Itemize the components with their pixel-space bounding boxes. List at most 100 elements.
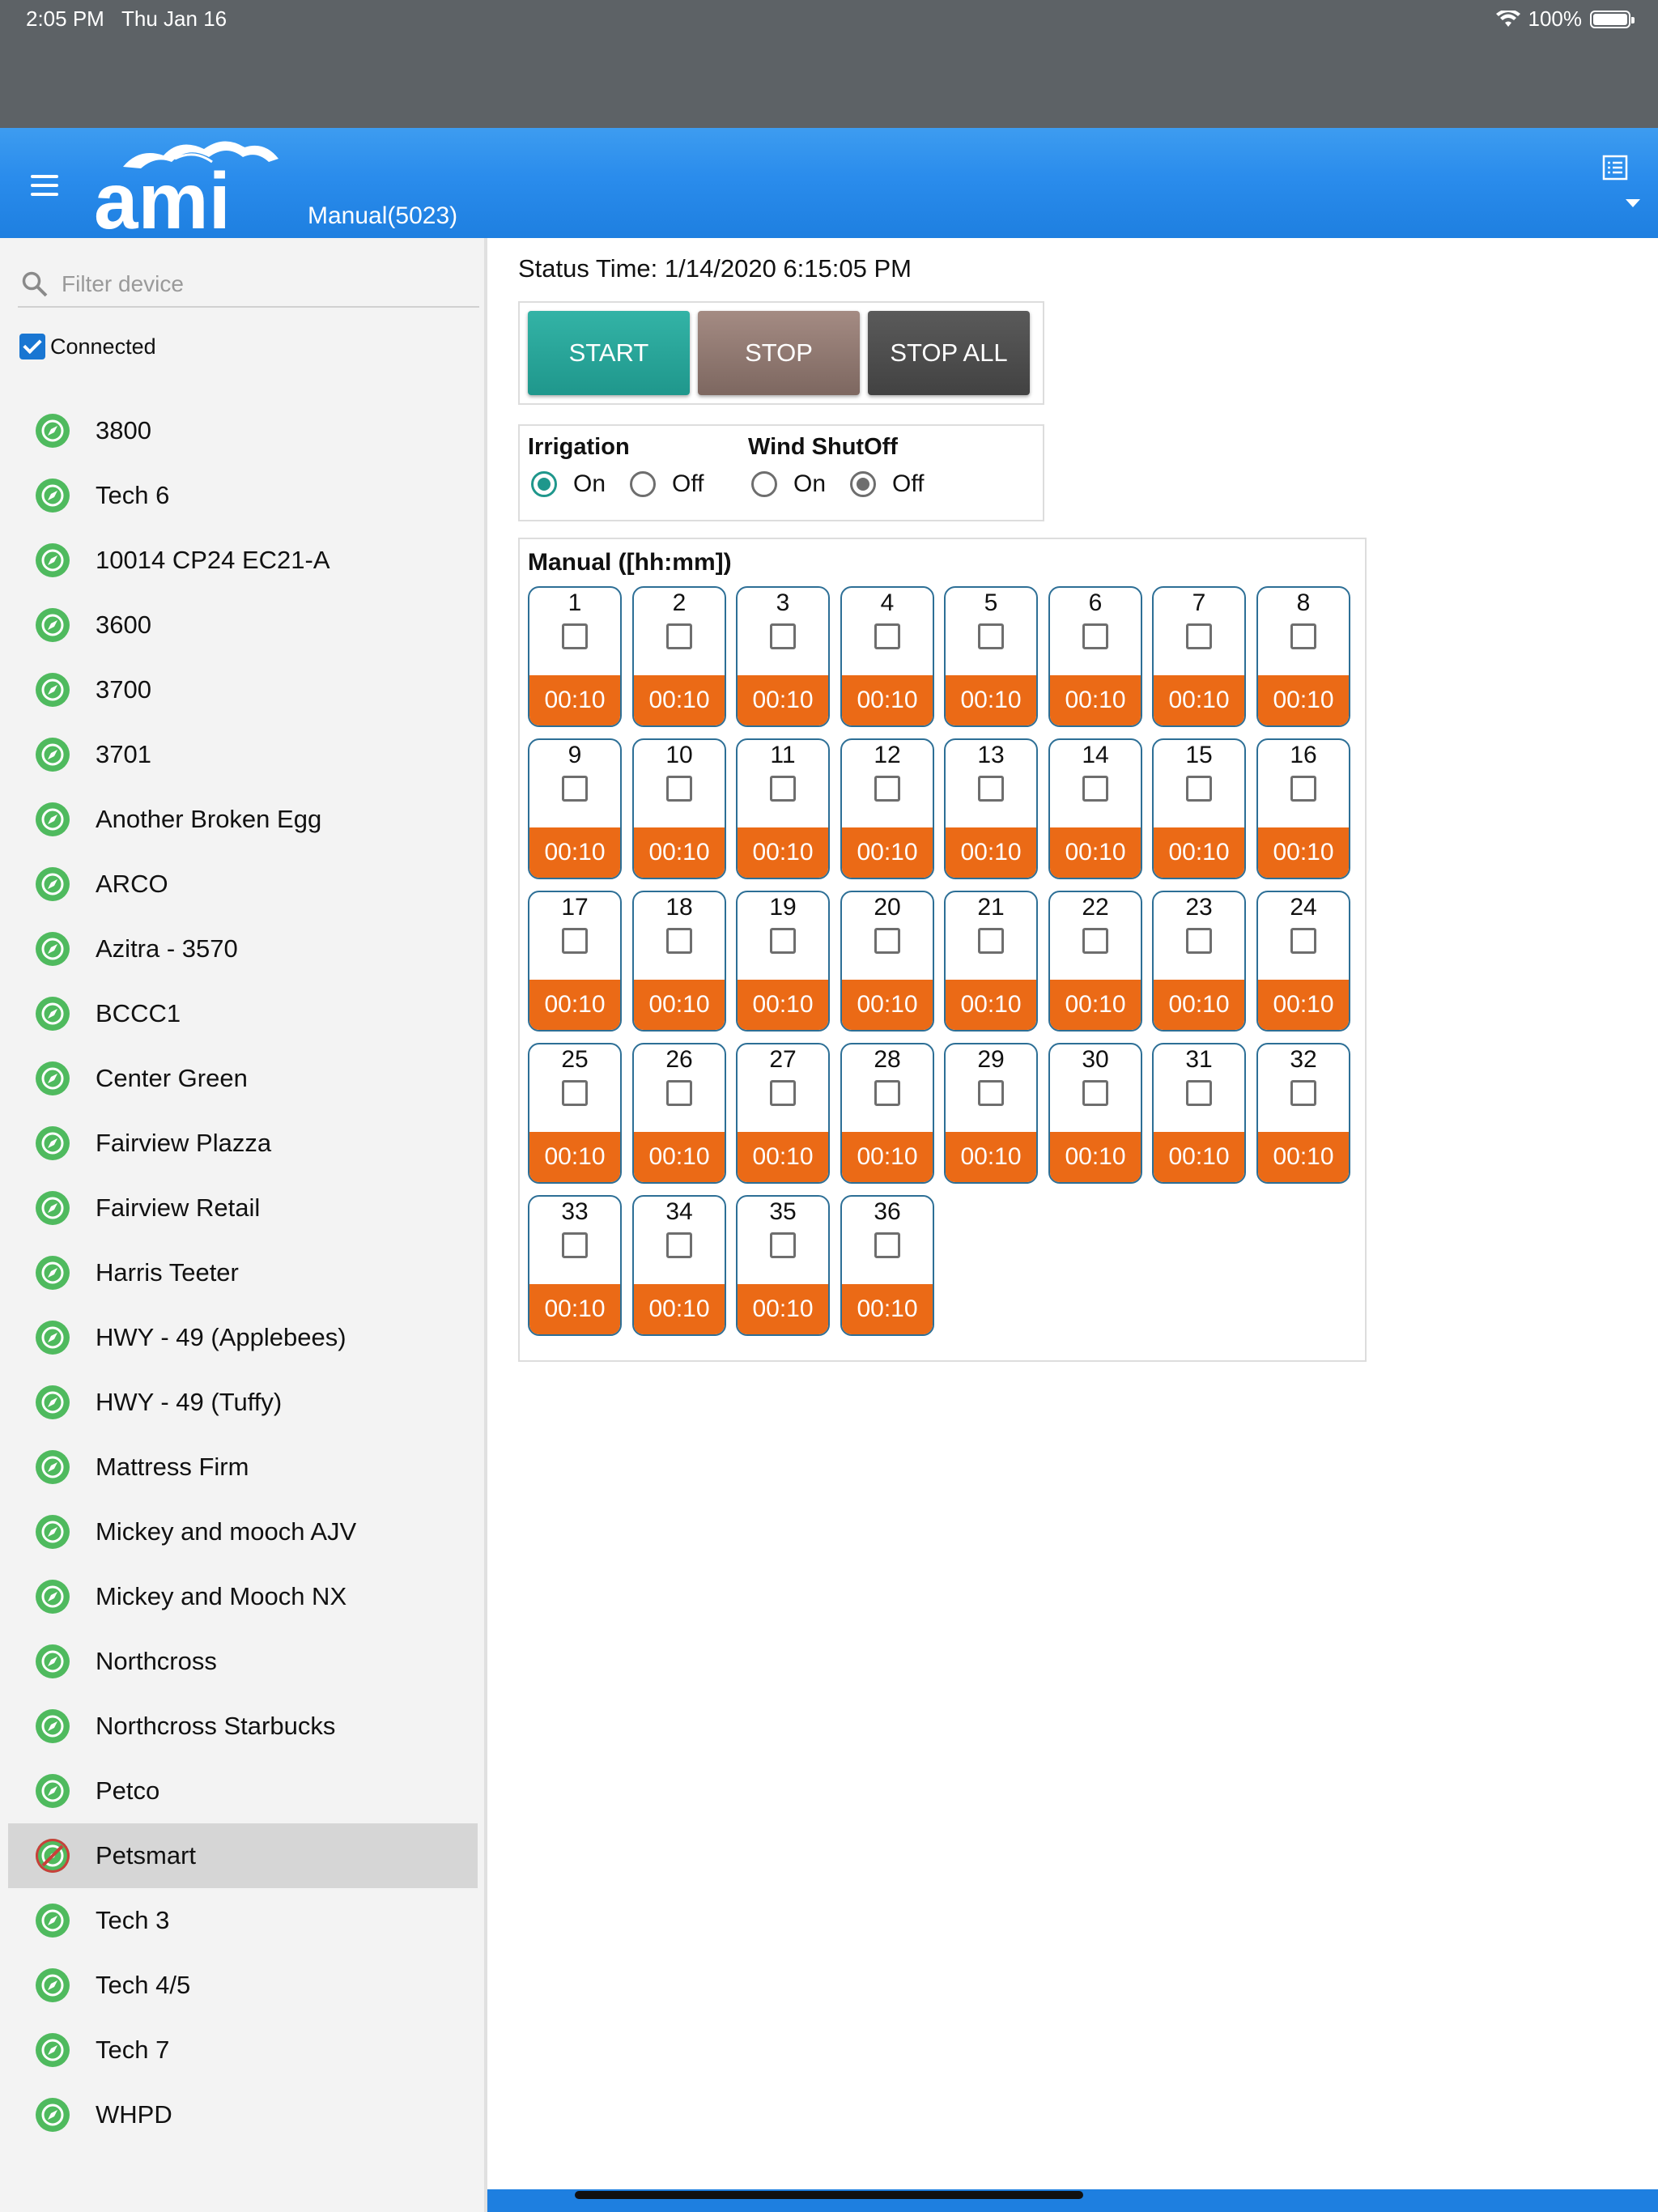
wind-shutoff-off-radio[interactable]: [850, 471, 877, 497]
start-button[interactable]: START: [528, 311, 690, 395]
zone-duration[interactable]: 00:10: [1050, 1132, 1141, 1182]
zone-duration[interactable]: 00:10: [842, 827, 933, 878]
stop-all-button[interactable]: STOP ALL: [868, 311, 1030, 395]
zone-checkbox[interactable]: [666, 776, 692, 802]
zone-duration[interactable]: 00:10: [946, 1132, 1036, 1182]
zone-duration[interactable]: 00:10: [1258, 827, 1349, 878]
device-item[interactable]: Tech 7: [8, 2018, 478, 2082]
device-item[interactable]: Tech 4/5: [8, 1953, 478, 2018]
zone-duration[interactable]: 00:10: [1050, 675, 1141, 725]
zone-duration[interactable]: 00:10: [634, 1132, 725, 1182]
device-item[interactable]: Azitra - 3570: [8, 917, 478, 981]
device-item[interactable]: Northcross Starbucks: [8, 1694, 478, 1759]
zone-checkbox[interactable]: [770, 1232, 796, 1258]
zone-duration[interactable]: 00:10: [634, 675, 725, 725]
zone-duration[interactable]: 00:10: [842, 1132, 933, 1182]
zone-checkbox[interactable]: [770, 1080, 796, 1106]
menu-icon[interactable]: [31, 175, 58, 196]
zone-duration[interactable]: 00:10: [1050, 827, 1141, 878]
filter-device-input[interactable]: [60, 267, 468, 301]
device-item[interactable]: Mattress Firm: [8, 1435, 478, 1499]
zone-duration[interactable]: 00:10: [738, 1284, 828, 1334]
connected-checkbox[interactable]: [19, 334, 45, 359]
zone-duration[interactable]: 00:10: [529, 1284, 620, 1334]
zone-checkbox[interactable]: [978, 776, 1004, 802]
zone-duration[interactable]: 00:10: [946, 827, 1036, 878]
zone-checkbox[interactable]: [978, 928, 1004, 954]
device-item[interactable]: 10014 CP24 EC21-A: [8, 528, 478, 593]
zone-checkbox[interactable]: [1290, 928, 1316, 954]
device-item[interactable]: Harris Teeter: [8, 1240, 478, 1305]
zone-checkbox[interactable]: [562, 623, 588, 649]
zone-checkbox[interactable]: [1082, 928, 1108, 954]
zone-checkbox[interactable]: [874, 1080, 900, 1106]
zone-checkbox[interactable]: [1082, 776, 1108, 802]
zone-duration[interactable]: 00:10: [1258, 675, 1349, 725]
zone-checkbox[interactable]: [666, 1080, 692, 1106]
zone-checkbox[interactable]: [1186, 623, 1212, 649]
zone-checkbox[interactable]: [666, 928, 692, 954]
zone-duration[interactable]: 00:10: [529, 827, 620, 878]
zone-checkbox[interactable]: [874, 1232, 900, 1258]
device-item[interactable]: 3600: [8, 593, 478, 657]
zone-duration[interactable]: 00:10: [529, 980, 620, 1030]
zone-duration[interactable]: 00:10: [842, 1284, 933, 1334]
zone-duration[interactable]: 00:10: [1154, 827, 1244, 878]
zone-checkbox[interactable]: [1290, 776, 1316, 802]
zone-duration[interactable]: 00:10: [1154, 1132, 1244, 1182]
zone-checkbox[interactable]: [562, 1080, 588, 1106]
zone-duration[interactable]: 00:10: [738, 1132, 828, 1182]
device-item[interactable]: 3700: [8, 657, 478, 722]
zone-checkbox[interactable]: [562, 928, 588, 954]
device-item[interactable]: Center Green: [8, 1046, 478, 1111]
zone-checkbox[interactable]: [1186, 1080, 1212, 1106]
zone-duration[interactable]: 00:10: [529, 1132, 620, 1182]
zone-duration[interactable]: 00:10: [1154, 980, 1244, 1030]
zone-duration[interactable]: 00:10: [1258, 1132, 1349, 1182]
zone-checkbox[interactable]: [874, 928, 900, 954]
device-item[interactable]: Petco: [8, 1759, 478, 1823]
device-item[interactable]: Tech 3: [8, 1888, 478, 1953]
zone-duration[interactable]: 00:10: [1050, 980, 1141, 1030]
zone-duration[interactable]: 00:10: [634, 827, 725, 878]
zone-checkbox[interactable]: [770, 623, 796, 649]
zone-duration[interactable]: 00:10: [842, 980, 933, 1030]
zone-duration[interactable]: 00:10: [634, 980, 725, 1030]
zone-checkbox[interactable]: [562, 1232, 588, 1258]
device-item[interactable]: Another Broken Egg: [8, 787, 478, 852]
zone-checkbox[interactable]: [978, 623, 1004, 649]
zone-checkbox[interactable]: [1186, 928, 1212, 954]
zone-duration[interactable]: 00:10: [738, 675, 828, 725]
zone-checkbox[interactable]: [562, 776, 588, 802]
irrigation-off-radio[interactable]: [630, 471, 657, 497]
zone-checkbox[interactable]: [978, 1080, 1004, 1106]
connected-filter[interactable]: Connected: [19, 334, 156, 359]
chevron-down-icon[interactable]: [1626, 199, 1640, 207]
zone-checkbox[interactable]: [666, 1232, 692, 1258]
device-item[interactable]: Northcross: [8, 1629, 478, 1694]
device-item[interactable]: HWY - 49 (Applebees): [8, 1305, 478, 1370]
zone-duration[interactable]: 00:10: [738, 980, 828, 1030]
wind-shutoff-on-radio[interactable]: [751, 471, 777, 497]
device-item[interactable]: 3701: [8, 722, 478, 787]
device-item[interactable]: BCCC1: [8, 981, 478, 1046]
zone-duration[interactable]: 00:10: [1258, 980, 1349, 1030]
zone-checkbox[interactable]: [874, 623, 900, 649]
zone-checkbox[interactable]: [770, 928, 796, 954]
stop-button[interactable]: STOP: [698, 311, 860, 395]
zone-checkbox[interactable]: [1186, 776, 1212, 802]
device-item[interactable]: Petsmart: [8, 1823, 478, 1888]
device-item[interactable]: Mickey and Mooch NX: [8, 1564, 478, 1629]
zone-duration[interactable]: 00:10: [1154, 675, 1244, 725]
zone-checkbox[interactable]: [770, 776, 796, 802]
device-item[interactable]: Tech 6: [8, 463, 478, 528]
zone-duration[interactable]: 00:10: [529, 675, 620, 725]
device-item[interactable]: 3800: [8, 398, 478, 463]
device-item[interactable]: ARCO: [8, 852, 478, 917]
zone-checkbox[interactable]: [1082, 623, 1108, 649]
device-item[interactable]: HWY - 49 (Tuffy): [8, 1370, 478, 1435]
device-item[interactable]: Mickey and mooch AJV: [8, 1499, 478, 1564]
zone-duration[interactable]: 00:10: [946, 980, 1036, 1030]
zone-checkbox[interactable]: [666, 623, 692, 649]
zone-duration[interactable]: 00:10: [842, 675, 933, 725]
